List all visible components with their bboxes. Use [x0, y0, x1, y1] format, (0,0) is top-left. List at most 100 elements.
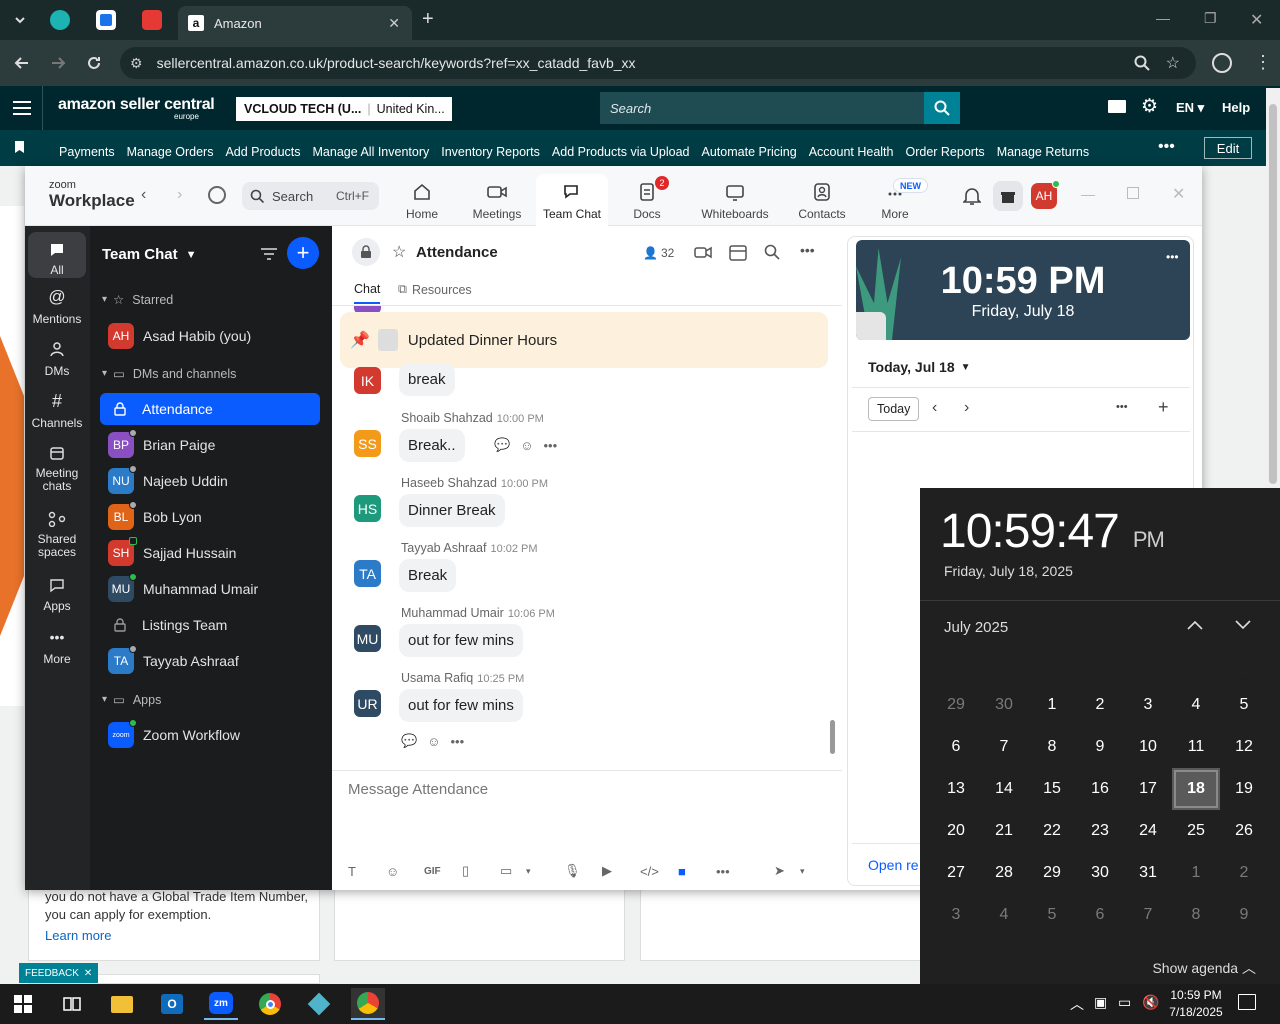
rail-all[interactable]: All	[28, 232, 86, 278]
tab-list-chevron-icon[interactable]	[10, 10, 30, 30]
zoom-minimize-icon[interactable]: —	[1081, 186, 1095, 202]
calendar-day[interactable]: 27	[932, 852, 980, 894]
sidebar-item-muhammad-umair[interactable]: MU Muhammad Umair	[100, 573, 320, 605]
send-options-chevron-icon[interactable]: ▾	[800, 866, 805, 877]
code-snippet-icon[interactable]: </>	[640, 864, 678, 879]
calendar-day[interactable]: 5	[1028, 894, 1076, 936]
calendar-day[interactable]: 16	[1076, 768, 1124, 810]
calendar-day[interactable]: 11	[1172, 726, 1220, 768]
calendar-day[interactable]: 20	[932, 810, 980, 852]
chat-search-icon[interactable]	[764, 244, 780, 260]
help-link[interactable]: Help	[1222, 100, 1250, 115]
tab-favicon-2-icon[interactable]	[96, 10, 116, 30]
tray-network-icon[interactable]: ▣	[1094, 994, 1107, 1011]
zoom-back-icon[interactable]: ‹	[141, 186, 146, 204]
tray-chevron-up-icon[interactable]: ︿	[1070, 994, 1084, 1014]
message-bubble[interactable]: Break..	[399, 429, 465, 462]
section-starred[interactable]: ▾ ☆ Starred	[102, 292, 173, 308]
calendar-day[interactable]: 4	[980, 894, 1028, 936]
sidebar-item-zoom-workflow[interactable]: zoom Zoom Workflow	[100, 719, 320, 751]
screenshot-options-chevron-icon[interactable]: ▾	[526, 866, 564, 877]
site-info-icon[interactable]: ⚙	[130, 55, 143, 72]
app-diamond-icon[interactable]	[302, 988, 336, 1020]
nav-order-reports[interactable]: Order Reports	[905, 145, 984, 159]
nav-add-products[interactable]: Add Products	[225, 145, 300, 159]
nav-automate-pricing[interactable]: Automate Pricing	[702, 145, 797, 159]
profile-icon[interactable]	[1212, 53, 1232, 73]
calendar-day[interactable]: 10	[1124, 726, 1172, 768]
zoom-app-icon[interactable]: ■	[678, 864, 716, 879]
message-bubble[interactable]: out for few mins	[399, 624, 523, 657]
sidebar-item-attendance[interactable]: Attendance	[100, 393, 320, 425]
member-count[interactable]: 👤 32	[643, 246, 674, 260]
settings-gear-icon[interactable]: ⚙	[1141, 95, 1158, 118]
rail-more[interactable]: ••• More	[28, 626, 86, 666]
nav-team-chat[interactable]: Team Chat	[536, 174, 608, 226]
hamburger-menu-icon[interactable]	[13, 100, 31, 116]
nav-contacts[interactable]: Contacts	[786, 174, 858, 226]
tab-favicon-3-icon[interactable]	[142, 10, 162, 30]
calendar-day[interactable]: 2	[1076, 684, 1124, 726]
zoom-close-icon[interactable]: ✕	[1172, 184, 1185, 204]
feedback-button[interactable]: FEEDBACK ✕	[19, 963, 99, 983]
favorite-star-icon[interactable]: ☆	[392, 242, 406, 262]
amazon-search-button[interactable]	[924, 92, 960, 124]
calendar-day[interactable]: 31	[1124, 852, 1172, 894]
calendar-day[interactable]: 12	[1220, 726, 1268, 768]
calendar-day[interactable]: 9	[1220, 894, 1268, 936]
new-tab-icon[interactable]: +	[422, 8, 434, 31]
calendar-day[interactable]: 13	[932, 768, 980, 810]
sidebar-item-bob-lyon[interactable]: BL Bob Lyon	[100, 501, 320, 533]
calendar-day[interactable]: 25	[1172, 810, 1220, 852]
zoom-search-icon[interactable]	[1134, 55, 1150, 71]
sidebar-item-najeeb-uddin[interactable]: NU Najeeb Uddin	[100, 465, 320, 497]
calendar-day[interactable]: 4	[1172, 684, 1220, 726]
tab-amazon[interactable]: a Amazon ✕	[178, 6, 412, 40]
nav-whiteboards[interactable]: Whiteboards	[698, 174, 772, 226]
tray-display-icon[interactable]: ▭	[1118, 994, 1131, 1011]
notification-center-icon[interactable]	[1238, 994, 1256, 1010]
chrome-profile-icon[interactable]	[351, 988, 385, 1020]
tab-chat[interactable]: Chat	[354, 282, 381, 304]
calendar-day[interactable]: 6	[1076, 894, 1124, 936]
nav-docs[interactable]: Docs 2	[611, 174, 683, 226]
tray-volume-icon[interactable]: 🔇	[1142, 994, 1159, 1011]
channel-title[interactable]: Attendance	[416, 244, 498, 261]
forward-icon[interactable]	[48, 53, 68, 73]
reply-icon[interactable]: 💬	[494, 437, 510, 453]
calendar-day[interactable]: 14	[980, 768, 1028, 810]
notification-bell-icon[interactable]	[963, 186, 981, 206]
file-explorer-icon[interactable]	[105, 988, 139, 1020]
page-scrollbar[interactable]	[1266, 88, 1280, 488]
message-bubble[interactable]: Dinner Break	[399, 494, 505, 527]
calendar-day[interactable]: 29	[1028, 852, 1076, 894]
add-reaction-icon[interactable]: ☺	[427, 734, 440, 749]
add-event-icon[interactable]: +	[1158, 397, 1169, 418]
new-chat-button[interactable]: +	[287, 237, 319, 269]
nav-manage-returns[interactable]: Manage Returns	[997, 145, 1089, 159]
calendar-day[interactable]: 9	[1076, 726, 1124, 768]
message-bubble[interactable]: break	[399, 363, 455, 396]
sidebar-item-listings-team[interactable]: Listings Team	[100, 609, 320, 641]
calendar-day[interactable]: 15	[1028, 768, 1076, 810]
nav-account-health[interactable]: Account Health	[809, 145, 894, 159]
close-tab-icon[interactable]: ✕	[388, 15, 400, 32]
send-icon[interactable]: ➤	[774, 863, 800, 879]
calendar-day[interactable]: 30	[1076, 852, 1124, 894]
flyout-long-date[interactable]: Friday, July 18, 2025	[944, 563, 1073, 579]
taskbar-clock[interactable]: 10:59 PM 7/18/2025	[1168, 987, 1224, 1021]
learn-more-link[interactable]: Learn more	[45, 928, 111, 943]
nav-more[interactable]: More NEW	[859, 174, 931, 226]
tab-resources[interactable]: ⧉ Resources	[398, 282, 472, 297]
pinned-message[interactable]: 📌 Updated Dinner Hours	[340, 312, 828, 368]
rail-shared-spaces[interactable]: Shared spaces	[28, 508, 86, 559]
language-select[interactable]: EN ▾	[1176, 100, 1204, 116]
sidebar-item-tayyab-ashraaf[interactable]: TA Tayyab Ashraaf	[100, 645, 320, 677]
calendar-day[interactable]: 26	[1220, 810, 1268, 852]
rail-mentions[interactable]: @ Mentions	[28, 286, 86, 326]
microphone-icon[interactable]: 🎙	[564, 863, 602, 879]
nav-add-via-upload[interactable]: Add Products via Upload	[552, 145, 690, 159]
zoom-forward-icon[interactable]: ›	[177, 186, 182, 204]
tab-favicon-1-icon[interactable]	[50, 10, 70, 30]
sidebar-item-asad-habib[interactable]: AH Asad Habib (you)	[100, 320, 320, 352]
